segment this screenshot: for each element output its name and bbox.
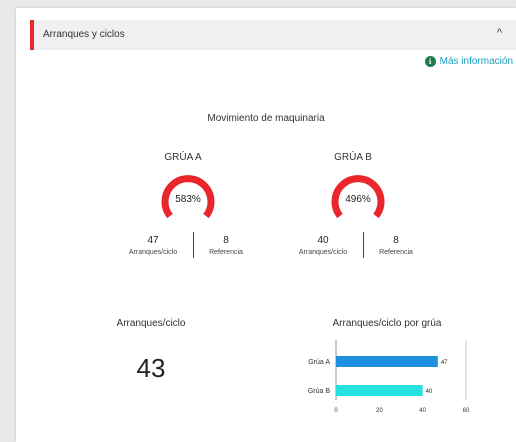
reference-label: Referencia (379, 249, 413, 256)
crane-a: GRÚA A 583% 47 Arranques/ciclo 8 Referen… (123, 152, 243, 258)
starts-label: Arranques/ciclo (128, 249, 178, 256)
more-info-link[interactable]: i Más información (424, 56, 513, 67)
crane-name: GRÚA B (334, 152, 372, 163)
more-info-label: Más información (439, 56, 513, 67)
starts-value: 40 (317, 235, 329, 246)
bar-chart: Grúa A 47 Grúa B 40 0 20 40 60 (308, 340, 470, 414)
data-label: 40 (426, 389, 433, 395)
chart-title: Arranques/ciclo por grúa (332, 318, 442, 329)
starts-stat: 40 Arranques/ciclo (288, 235, 358, 256)
gauge-value: 496% (345, 194, 371, 205)
divider (193, 232, 194, 258)
bar (336, 356, 438, 367)
starts-value: 47 (147, 235, 159, 246)
reference-label: Referencia (209, 249, 243, 256)
machinery-title: Movimiento de maquinaria (207, 113, 325, 124)
divider (363, 232, 364, 258)
crane-name: GRÚA A (164, 152, 202, 163)
category-label: Grúa B (308, 388, 331, 395)
x-tick-label: 40 (419, 408, 426, 414)
crane-b: GRÚA B 496% 40 Arranques/ciclo 8 Referen… (293, 152, 413, 258)
data-label: 47 (441, 360, 448, 366)
reference-stat: 8 Referencia (366, 235, 426, 256)
reference-stat: 8 Referencia (196, 235, 256, 256)
reference-value: 8 (393, 235, 399, 246)
starts-stat: 47 Arranques/ciclo (118, 235, 188, 256)
info-icon: i (424, 56, 436, 67)
summary-value: 43 (136, 353, 166, 383)
category-label: Grúa A (308, 359, 330, 366)
x-tick-label: 20 (376, 408, 383, 414)
starts-label: Arranques/ciclo (298, 249, 348, 256)
card: Arranques y ciclos ^ i Más información M… (16, 8, 516, 442)
gauge-value: 583% (175, 194, 201, 205)
x-tick-label: 0 (334, 408, 338, 414)
summary-label: Arranques/ciclo (116, 318, 186, 329)
chevron-up-icon[interactable]: ^ (497, 27, 502, 39)
reference-value: 8 (223, 235, 229, 246)
section-header[interactable]: Arranques y ciclos ^ (30, 20, 516, 50)
section-title: Arranques y ciclos (43, 29, 125, 40)
x-tick-label: 60 (463, 408, 470, 414)
bar (336, 385, 423, 396)
